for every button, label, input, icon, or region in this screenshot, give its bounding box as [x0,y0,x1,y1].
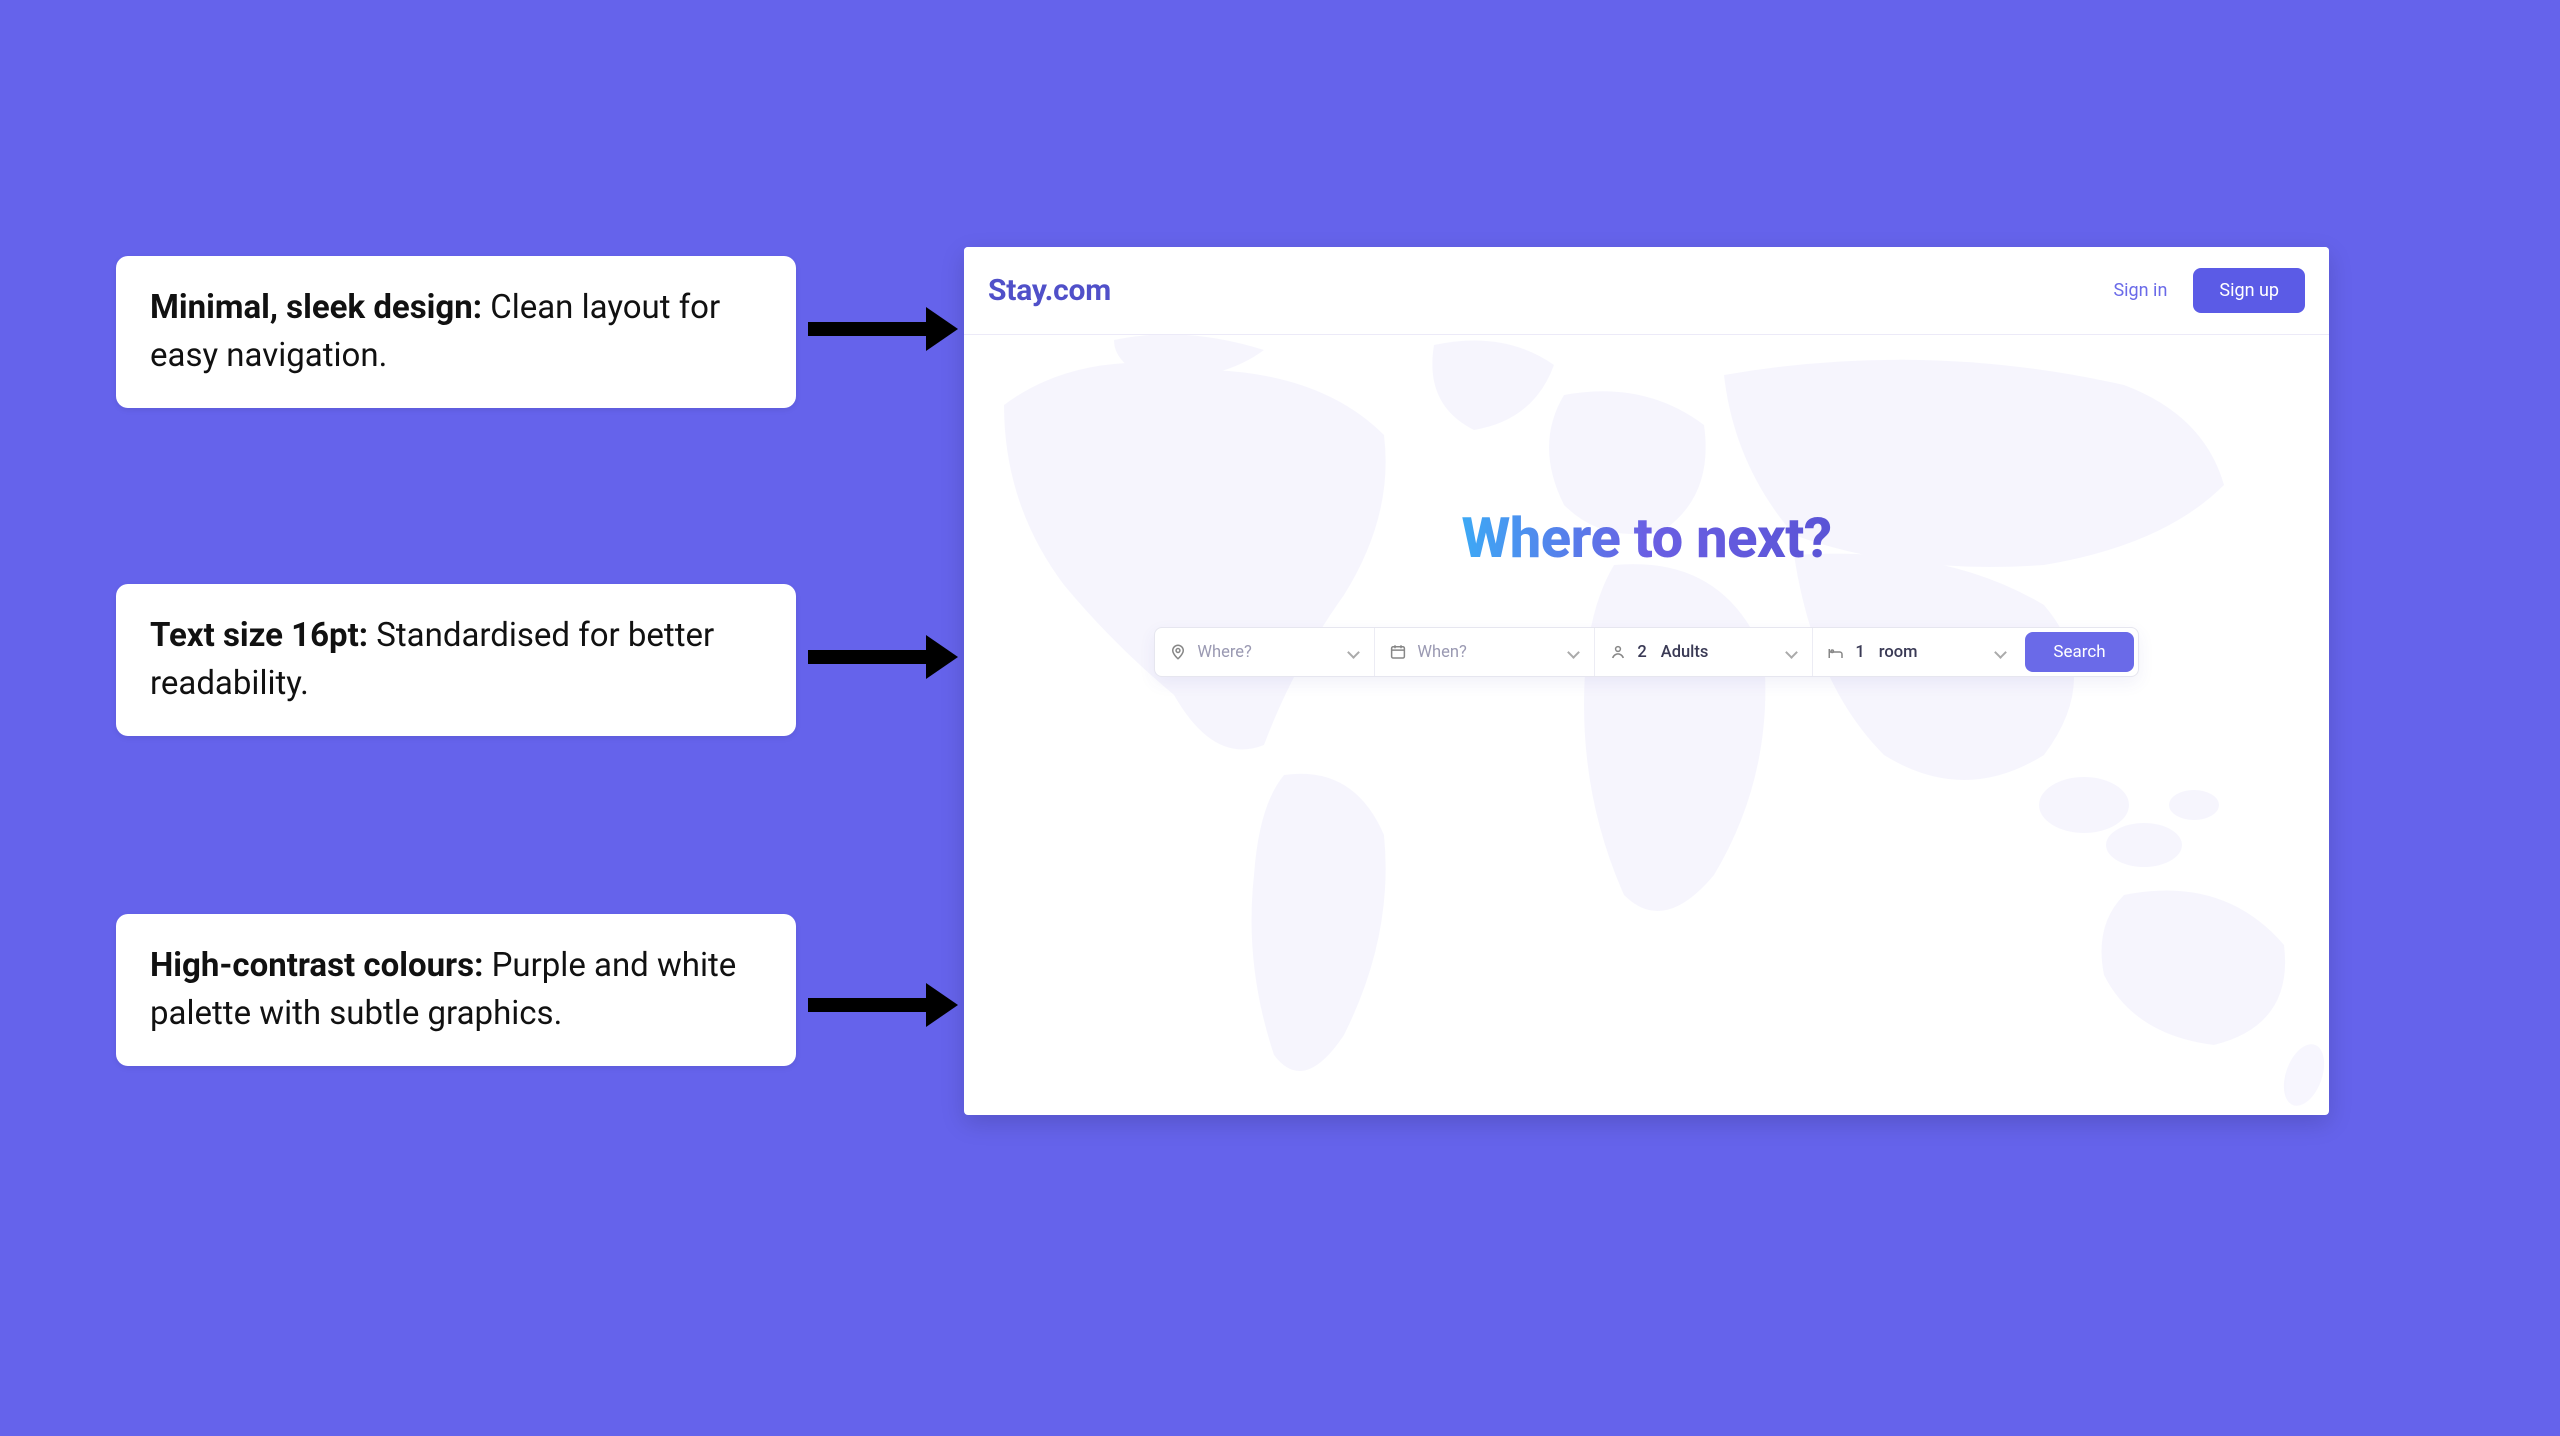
auth-buttons: Sign in Sign up [2113,268,2305,313]
adults-field[interactable]: 2 Adults [1595,628,1813,676]
chevron-down-icon [1566,645,1580,659]
arrow-icon [808,650,928,664]
site-logo: Stay.com [988,273,1111,308]
bed-icon [1827,643,1845,661]
arrow-icon [808,322,928,336]
where-placeholder: Where? [1197,643,1251,662]
when-field[interactable]: When? [1375,628,1595,676]
person-icon [1609,643,1627,661]
chevron-down-icon [1784,645,1798,659]
adults-count: 2 [1637,643,1646,662]
pin-icon [1169,643,1187,661]
callout-1-bold: Minimal, sleek design: [150,288,482,327]
when-placeholder: When? [1417,643,1466,662]
where-field[interactable]: Where? [1155,628,1375,676]
callout-1: Minimal, sleek design: Clean layout for … [116,256,796,408]
adults-suffix: Adults [1661,643,1709,662]
chevron-down-icon [1993,645,2007,659]
site-preview-panel: Stay.com Sign in Sign up [964,247,2329,1115]
room-suffix: room [1879,643,1918,662]
arrow-icon [808,998,928,1012]
hero-title: Where to next? [1461,505,1831,571]
room-field[interactable]: 1 room [1813,628,2021,676]
sign-up-button[interactable]: Sign up [2193,268,2305,313]
calendar-icon [1389,643,1407,661]
hero-section: Where to next? Where? [964,335,2329,1115]
callout-3: High-contrast colours: Purple and white … [116,914,796,1066]
search-bar: Where? When? [1154,627,2138,677]
room-count: 1 [1855,643,1864,662]
site-header: Stay.com Sign in Sign up [964,247,2329,335]
callout-3-bold: High-contrast colours: [150,946,483,985]
callout-2-bold: Text size 16pt: [150,616,368,655]
sign-in-link[interactable]: Sign in [2113,280,2167,301]
chevron-down-icon [1346,645,1360,659]
search-button[interactable]: Search [2025,632,2133,672]
callout-2: Text size 16pt: Standardised for better … [116,584,796,736]
